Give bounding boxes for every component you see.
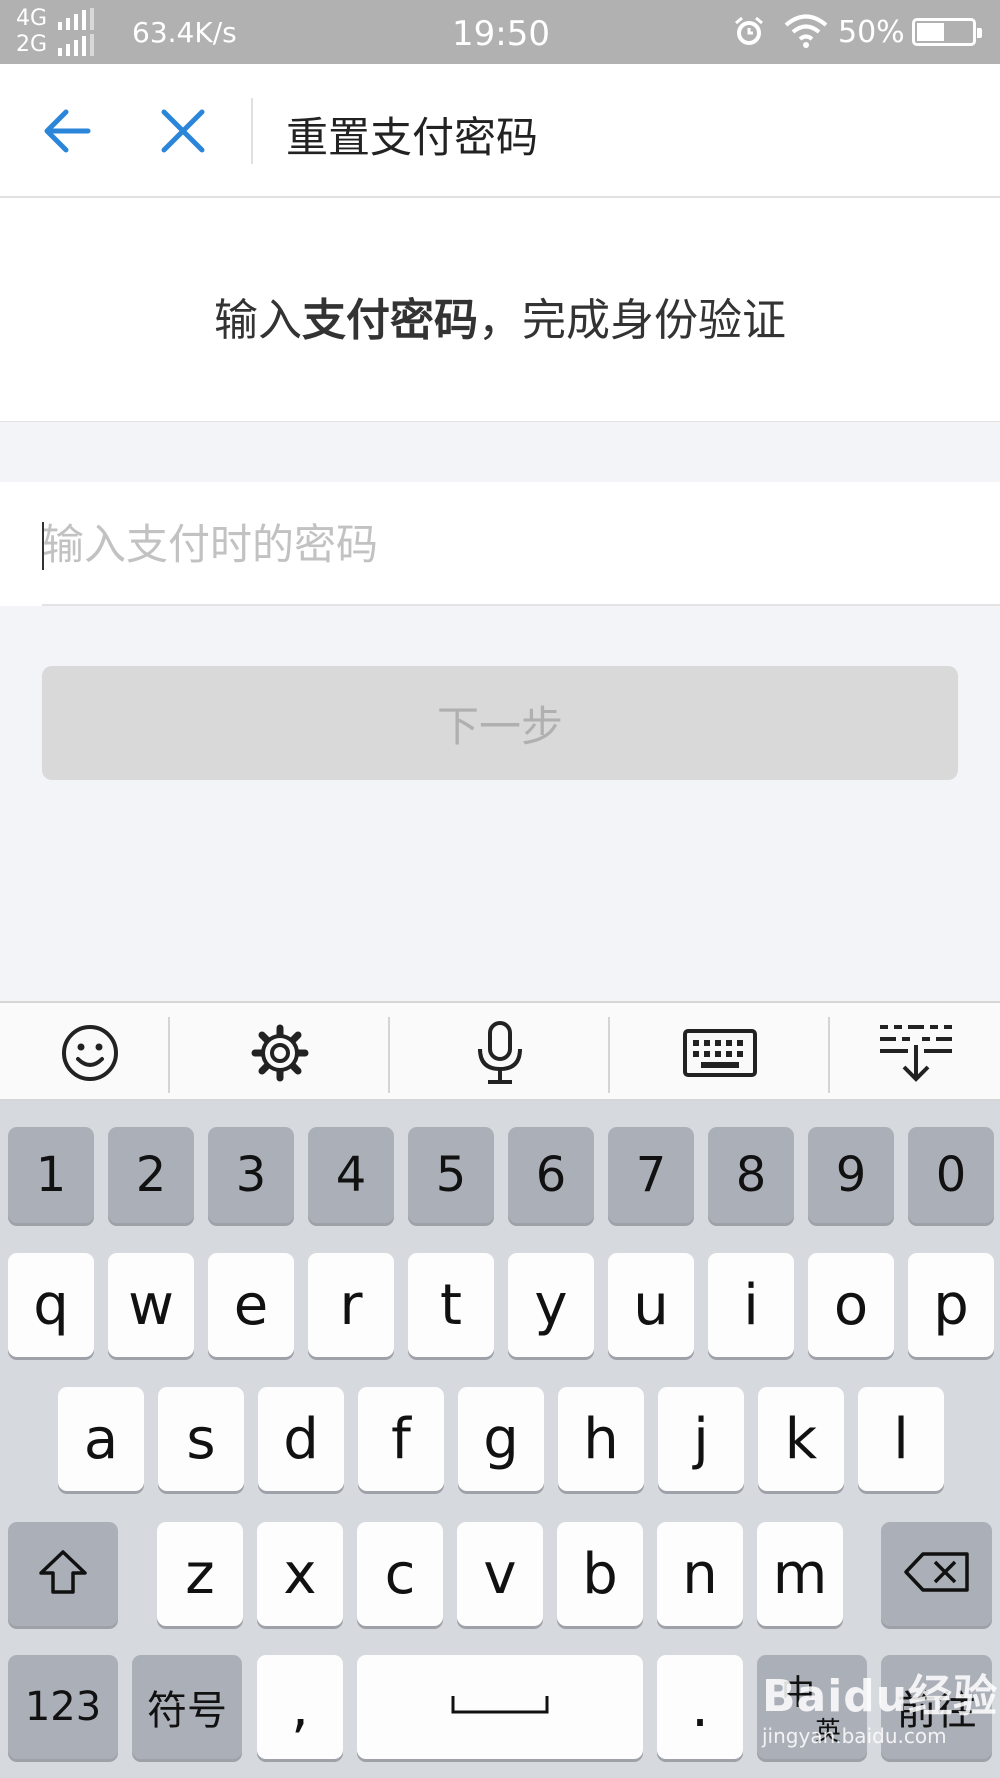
- backspace-key[interactable]: [881, 1522, 992, 1626]
- shift-icon: [39, 1550, 87, 1594]
- key-m[interactable]: m: [757, 1522, 843, 1626]
- keyboard-switch-button[interactable]: [630, 1003, 810, 1103]
- page-title: 重置支付密码: [286, 113, 539, 162]
- toolbar-divider: [388, 1017, 390, 1093]
- backspace-icon: [903, 1552, 969, 1592]
- verification-prompt: 输入支付密码，完成身份验证: [0, 198, 1000, 422]
- key-u[interactable]: u: [608, 1253, 694, 1357]
- signal-strength-icon: [58, 34, 94, 56]
- toolbar-divider: [608, 1017, 610, 1093]
- key-t[interactable]: t: [408, 1253, 494, 1357]
- key-y[interactable]: y: [508, 1253, 594, 1357]
- watermark-url: jingyan.baidu.com: [762, 1724, 947, 1748]
- comma-key[interactable]: ,: [257, 1655, 343, 1759]
- header-divider: [251, 98, 253, 164]
- key-d[interactable]: d: [258, 1387, 344, 1491]
- space-key[interactable]: [357, 1655, 643, 1759]
- keyboard-toolbar: [0, 1001, 1000, 1101]
- key-4[interactable]: 4: [308, 1127, 394, 1223]
- password-field-row: [0, 482, 1000, 606]
- key-6[interactable]: 6: [508, 1127, 594, 1223]
- input-underline: [42, 604, 1000, 606]
- prompt-emphasis: 支付密码: [302, 295, 478, 346]
- key-1[interactable]: 1: [8, 1127, 94, 1223]
- key-i[interactable]: i: [708, 1253, 794, 1357]
- key-b[interactable]: b: [557, 1522, 643, 1626]
- emoji-button[interactable]: [0, 1003, 180, 1103]
- key-7[interactable]: 7: [608, 1127, 694, 1223]
- numeric-mode-key[interactable]: 123: [8, 1655, 118, 1759]
- password-input[interactable]: [42, 504, 942, 584]
- app-header: 重置支付密码: [0, 64, 1000, 198]
- voice-input-button[interactable]: [410, 1003, 590, 1103]
- microphone-icon: [478, 1021, 522, 1084]
- key-0[interactable]: 0: [908, 1127, 994, 1223]
- close-icon: [161, 109, 205, 153]
- shift-key[interactable]: [8, 1522, 118, 1626]
- space-bar-icon: [451, 1696, 549, 1714]
- symbols-key[interactable]: 符号: [132, 1655, 242, 1759]
- network-type-bottom: 2G: [16, 32, 48, 57]
- key-5[interactable]: 5: [408, 1127, 494, 1223]
- prompt-suffix: ，完成身份验证: [478, 295, 786, 346]
- key-z[interactable]: z: [157, 1522, 243, 1626]
- battery-level: [917, 23, 944, 41]
- key-x[interactable]: x: [257, 1522, 343, 1626]
- clock: 19:50: [452, 14, 550, 54]
- key-3[interactable]: 3: [208, 1127, 294, 1223]
- emoji-icon: [62, 1025, 118, 1081]
- network-type-top: 4G: [16, 6, 48, 31]
- key-2[interactable]: 2: [108, 1127, 194, 1223]
- key-8[interactable]: 8: [708, 1127, 794, 1223]
- key-o[interactable]: o: [808, 1253, 894, 1357]
- alarm-icon: [732, 14, 766, 52]
- key-f[interactable]: f: [358, 1387, 444, 1491]
- watermark: Baidu经验 jingyan.baidu.com: [762, 1660, 998, 1748]
- settings-button[interactable]: [190, 1003, 370, 1103]
- close-button[interactable]: [158, 106, 208, 156]
- key-h[interactable]: h: [558, 1387, 644, 1491]
- collapse-keyboard-icon: [880, 1025, 952, 1082]
- key-w[interactable]: w: [108, 1253, 194, 1357]
- key-s[interactable]: s: [158, 1387, 244, 1491]
- arrow-left-icon: [44, 109, 91, 153]
- key-k[interactable]: k: [758, 1387, 844, 1491]
- status-bar: 4G 2G 63.4K/s 19:50 50%: [0, 0, 1000, 64]
- hide-keyboard-button[interactable]: [826, 1003, 1000, 1103]
- prompt-prefix: 输入: [214, 295, 302, 346]
- key-j[interactable]: j: [658, 1387, 744, 1491]
- battery-percent: 50%: [838, 15, 905, 50]
- key-n[interactable]: n: [657, 1522, 743, 1626]
- period-key[interactable]: .: [657, 1655, 743, 1759]
- toolbar-divider: [168, 1017, 170, 1093]
- gear-icon: [251, 1024, 309, 1082]
- back-button[interactable]: [40, 106, 96, 156]
- key-v[interactable]: v: [457, 1522, 543, 1626]
- watermark-logo: Baidu经验: [762, 1671, 999, 1722]
- next-step-button[interactable]: 下一步: [42, 666, 958, 780]
- keyboard-icon: [683, 1029, 757, 1077]
- key-a[interactable]: a: [58, 1387, 144, 1491]
- key-g[interactable]: g: [458, 1387, 544, 1491]
- network-speed: 63.4K/s: [132, 16, 237, 49]
- signal-strength-icon: [58, 8, 94, 30]
- text-cursor: [42, 522, 44, 570]
- key-r[interactable]: r: [308, 1253, 394, 1357]
- key-e[interactable]: e: [208, 1253, 294, 1357]
- wifi-icon: [784, 14, 828, 52]
- key-9[interactable]: 9: [808, 1127, 894, 1223]
- key-c[interactable]: c: [357, 1522, 443, 1626]
- key-q[interactable]: q: [8, 1253, 94, 1357]
- key-l[interactable]: l: [858, 1387, 944, 1491]
- key-p[interactable]: p: [908, 1253, 994, 1357]
- battery-icon: [912, 18, 982, 46]
